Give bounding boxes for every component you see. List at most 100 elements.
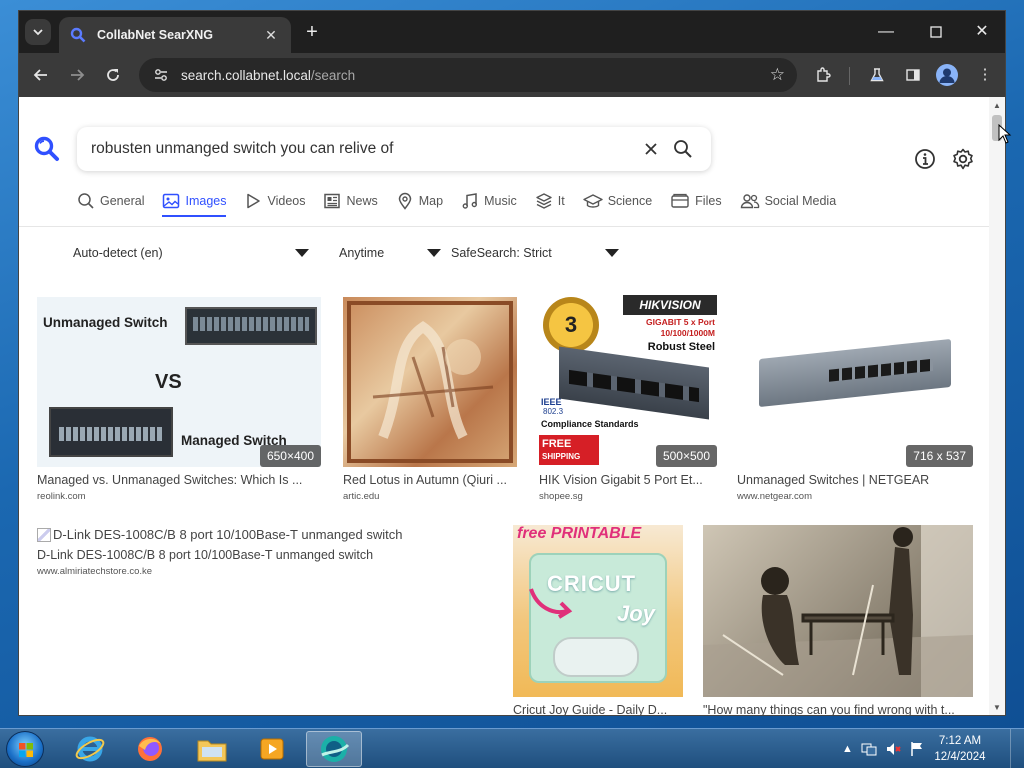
dropdown-caret-icon bbox=[605, 249, 619, 257]
category-divider bbox=[19, 226, 989, 227]
side-panel-icon[interactable] bbox=[899, 61, 927, 89]
search-box: robusten unmanged switch you can relive … bbox=[77, 127, 711, 171]
image-result[interactable]: 716 x 537 Unmanaged Switches | NETGEAR w… bbox=[737, 297, 973, 502]
chevron-down-icon bbox=[33, 29, 43, 36]
compliance-label: Compliance Standards bbox=[541, 419, 639, 429]
browser-menu-icon[interactable]: ⋮ bbox=[971, 61, 999, 89]
maximize-button[interactable] bbox=[921, 19, 951, 45]
searxng-logo-icon[interactable] bbox=[33, 135, 61, 163]
switch-image bbox=[49, 407, 173, 457]
volume-muted-icon[interactable] bbox=[885, 741, 901, 757]
shipping-label: SHIPPING bbox=[542, 452, 581, 461]
result-title[interactable]: HIK Vision Gigabit 5 Port Et... bbox=[539, 473, 717, 487]
tab-close-icon[interactable]: ✕ bbox=[261, 27, 281, 44]
forward-button[interactable] bbox=[63, 61, 91, 89]
result-thumbnail[interactable]: 3 HIKVISION GIGABIT 5 x Port 10/100/1000… bbox=[539, 295, 717, 467]
info-icon[interactable] bbox=[913, 147, 937, 171]
image-result[interactable]: Unmanaged Switch VS Managed Switch 650×4… bbox=[37, 297, 321, 502]
back-arrow-icon bbox=[33, 69, 47, 81]
labs-flask-icon[interactable] bbox=[863, 61, 891, 89]
image-result[interactable]: Red Lotus in Autumn (Qiuri ... artic.edu bbox=[343, 297, 517, 502]
result-thumbnail[interactable]: 716 x 537 bbox=[737, 297, 973, 467]
result-title[interactable]: Cricut Joy Guide - Daily D... bbox=[513, 703, 683, 715]
result-title[interactable]: "How many things can you find wrong with… bbox=[703, 703, 973, 715]
file-explorer-taskbar-icon[interactable] bbox=[184, 731, 240, 767]
taskbar: ▲ 7:12 AM 12/4/2024 bbox=[0, 728, 1024, 768]
image-result[interactable]: D-Link DES-1008C/B 8 port 10/100Base-T u… bbox=[37, 527, 497, 577]
action-center-flag-icon[interactable] bbox=[909, 741, 925, 757]
image-icon bbox=[163, 193, 180, 209]
layers-icon bbox=[536, 193, 552, 209]
tab-search-button[interactable] bbox=[25, 19, 51, 45]
broken-image[interactable]: D-Link DES-1008C/B 8 port 10/100Base-T u… bbox=[37, 527, 497, 542]
image-result[interactable]: "How many things can you find wrong with… bbox=[703, 525, 973, 715]
page-scrollbar[interactable]: ▲ ▼ bbox=[989, 97, 1005, 715]
profile-avatar-icon[interactable] bbox=[936, 64, 958, 86]
tab-it[interactable]: It bbox=[535, 187, 565, 215]
switch-image bbox=[185, 307, 317, 345]
time-range-select[interactable]: Anytime bbox=[339, 241, 443, 265]
close-window-button[interactable]: ✕ bbox=[967, 19, 997, 45]
result-title[interactable]: Red Lotus in Autumn (Qiuri ... bbox=[343, 473, 517, 487]
browser-tab[interactable]: CollabNet SearXNG ✕ bbox=[59, 17, 291, 53]
image-result[interactable]: free PRINTABLE CRICUT Joy Cricut Joy Gui… bbox=[513, 525, 683, 715]
thumb-vs-text: VS bbox=[155, 371, 182, 393]
start-button[interactable] bbox=[6, 731, 44, 767]
result-thumbnail[interactable]: Unmanaged Switch VS Managed Switch 650×4… bbox=[37, 297, 321, 467]
clear-search-button[interactable] bbox=[635, 133, 667, 165]
tab-images[interactable]: Images bbox=[162, 187, 227, 217]
language-select[interactable]: Auto-detect (en) bbox=[73, 241, 313, 265]
maximize-icon bbox=[930, 26, 942, 38]
taskbar-clock[interactable]: 7:12 AM 12/4/2024 bbox=[930, 733, 990, 765]
browser-taskbar-icon[interactable] bbox=[306, 731, 362, 767]
tab-videos[interactable]: Videos bbox=[244, 187, 305, 215]
safesearch-select[interactable]: SafeSearch: Strict bbox=[451, 241, 621, 265]
new-tab-button[interactable]: + bbox=[299, 21, 325, 45]
result-title[interactable]: Unmanaged Switches | NETGEAR bbox=[737, 473, 973, 487]
tab-science[interactable]: Science bbox=[582, 187, 652, 215]
scroll-up-arrow-icon[interactable]: ▲ bbox=[989, 99, 1005, 113]
result-thumbnail[interactable]: free PRINTABLE CRICUT Joy bbox=[513, 525, 683, 697]
files-icon bbox=[671, 193, 689, 208]
address-bar[interactable]: search.collabnet.local/search ☆ bbox=[139, 58, 797, 92]
show-hidden-icons-icon[interactable]: ▲ bbox=[842, 743, 853, 755]
tab-files[interactable]: Files bbox=[670, 187, 722, 215]
settings-gear-icon[interactable] bbox=[951, 147, 975, 171]
image-result[interactable]: 3 HIKVISION GIGABIT 5 x Port 10/100/1000… bbox=[539, 295, 717, 502]
media-player-taskbar-icon[interactable] bbox=[244, 731, 300, 767]
category-tabs: General Images Videos News Map Music It … bbox=[77, 187, 854, 219]
search-icon bbox=[674, 140, 692, 158]
tab-music[interactable]: Music bbox=[461, 187, 517, 215]
tab-title: CollabNet SearXNG bbox=[97, 28, 214, 42]
minimize-button[interactable]: — bbox=[871, 19, 901, 45]
image-size-badge: 500×500 bbox=[655, 445, 717, 467]
firefox-taskbar-icon[interactable] bbox=[122, 731, 178, 767]
extensions-icon[interactable] bbox=[809, 61, 837, 89]
tab-general[interactable]: General bbox=[77, 187, 144, 215]
result-thumbnail[interactable] bbox=[343, 297, 517, 467]
painting-image bbox=[347, 301, 513, 463]
result-title[interactable]: Managed vs. Unmanaged Switches: Which Is… bbox=[37, 473, 321, 487]
search-submit-button[interactable] bbox=[667, 133, 699, 165]
tab-label: It bbox=[557, 194, 565, 208]
bookmark-star-icon[interactable]: ☆ bbox=[770, 65, 785, 85]
free-label: FREE bbox=[542, 438, 572, 450]
reload-button[interactable] bbox=[99, 61, 127, 89]
internet-explorer-taskbar-icon[interactable] bbox=[62, 731, 118, 767]
result-thumbnail[interactable] bbox=[703, 525, 973, 697]
reload-icon bbox=[107, 69, 119, 81]
tab-social-media[interactable]: Social Media bbox=[740, 187, 836, 215]
show-desktop-button[interactable] bbox=[1010, 729, 1024, 768]
tab-label: Music bbox=[484, 194, 517, 208]
mouse-cursor-icon bbox=[998, 124, 1012, 144]
search-input[interactable]: robusten unmanged switch you can relive … bbox=[91, 140, 635, 158]
back-button[interactable] bbox=[27, 61, 55, 89]
network-icon[interactable] bbox=[861, 741, 877, 757]
searxng-page: robusten unmanged switch you can relive … bbox=[19, 97, 1005, 715]
scroll-down-arrow-icon[interactable]: ▼ bbox=[989, 701, 1005, 715]
site-info-icon[interactable] bbox=[151, 65, 171, 85]
windows-logo-icon bbox=[19, 743, 33, 757]
tab-map[interactable]: Map bbox=[396, 187, 443, 215]
tab-news[interactable]: News bbox=[323, 187, 378, 215]
result-title[interactable]: D-Link DES-1008C/B 8 port 10/100Base-T u… bbox=[37, 548, 497, 562]
